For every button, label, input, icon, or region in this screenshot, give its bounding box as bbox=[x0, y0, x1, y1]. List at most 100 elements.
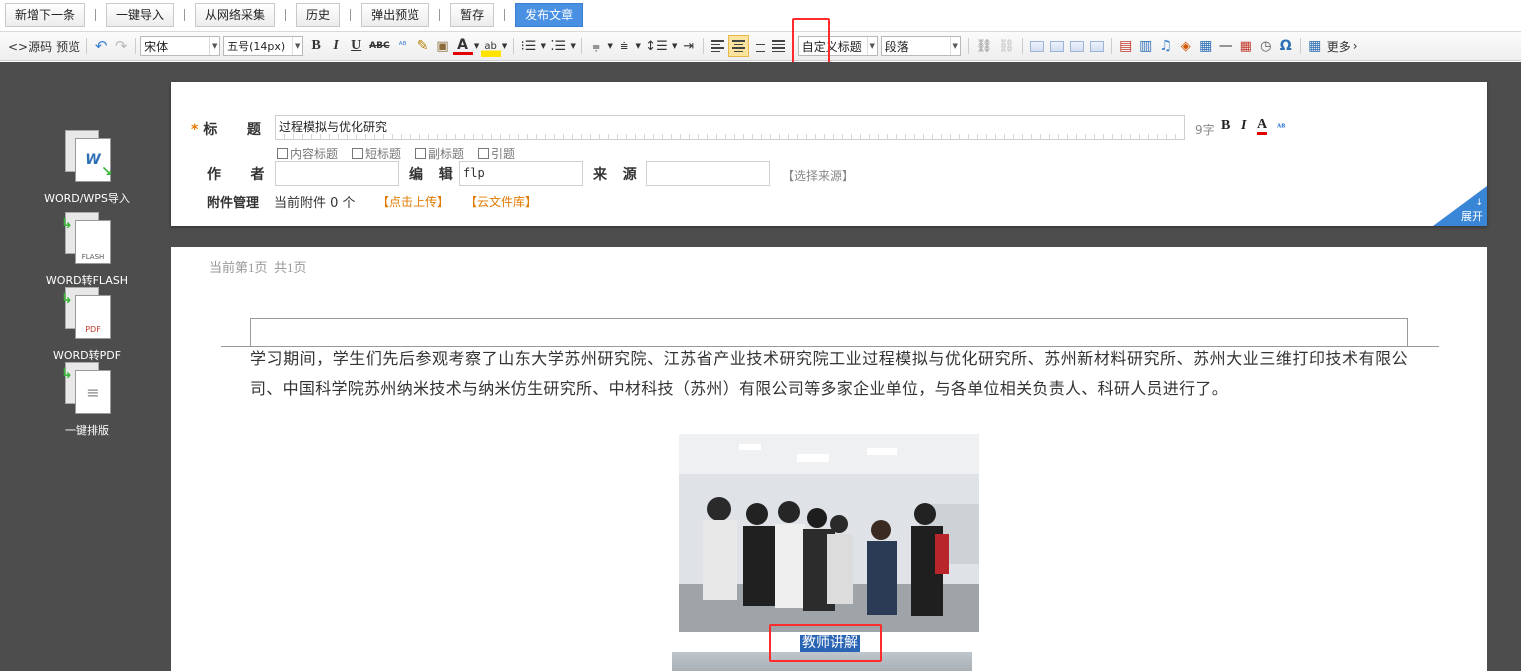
green-arrow-icon: ↘ bbox=[101, 164, 113, 180]
title-input[interactable]: 过程模拟与优化研究 bbox=[275, 115, 1185, 140]
word-count: 9字 bbox=[1195, 123, 1215, 137]
underline-icon[interactable]: U bbox=[346, 35, 366, 57]
line-height-icon[interactable]: ↕☰ bbox=[642, 35, 671, 57]
unordered-list-icon[interactable]: ⁚☰ bbox=[547, 35, 569, 57]
font-family-select[interactable]: 宋体 ▼ bbox=[140, 36, 221, 56]
title-bold-icon[interactable]: B bbox=[1221, 118, 1230, 134]
chevron-down-icon[interactable]: ▼ bbox=[473, 35, 481, 57]
indent-icon[interactable]: ⇥ bbox=[679, 35, 699, 57]
title-color-icon[interactable]: A bbox=[1257, 118, 1268, 135]
format-painter-icon[interactable]: ✎ bbox=[413, 35, 433, 57]
font-color-icon[interactable]: A bbox=[452, 37, 473, 55]
preview-button[interactable]: 预览 bbox=[54, 35, 82, 57]
word-wps-import-tool[interactable]: W ↘ WORD/WPS导入 bbox=[37, 130, 137, 206]
map-icon[interactable]: ◈ bbox=[1176, 35, 1196, 57]
chevron-down-icon: ▼ bbox=[866, 37, 877, 55]
checkbox-short-title[interactable]: 短标题 bbox=[352, 145, 401, 162]
checkbox-label: 副标题 bbox=[428, 147, 465, 161]
chevron-down-icon[interactable]: ▼ bbox=[569, 35, 577, 57]
more-label: 更多 bbox=[1326, 39, 1351, 54]
align-right-icon[interactable] bbox=[749, 35, 769, 57]
author-input[interactable] bbox=[275, 161, 399, 186]
word-to-flash-tool[interactable]: ↳ FLASH WORD转FLASH bbox=[37, 212, 137, 288]
float-left-icon[interactable] bbox=[1027, 35, 1047, 57]
italic-icon[interactable]: I bbox=[326, 35, 346, 57]
save-draft-button[interactable]: 暂存 bbox=[450, 3, 495, 27]
more-button[interactable]: 更多 › bbox=[1325, 35, 1360, 57]
one-click-layout-tool[interactable]: ↳ ≡ 一键排版 bbox=[37, 362, 137, 438]
history-button[interactable]: 历史 bbox=[296, 3, 341, 27]
music-icon[interactable]: ♫ bbox=[1156, 35, 1176, 57]
editor-input[interactable]: flp bbox=[459, 161, 583, 186]
redo-icon[interactable]: ↷ bbox=[111, 35, 131, 57]
font-size-select[interactable]: 五号(14px) ▼ bbox=[223, 36, 304, 56]
checkbox-lead-title[interactable]: 引题 bbox=[478, 145, 515, 162]
separator bbox=[350, 9, 352, 21]
article-meta-panel: * 标 题 过程模拟与优化研究 9字 B I A ᴬᴮ 内容标题 短标题 副标题 … bbox=[171, 82, 1487, 226]
upload-link[interactable]: 【点击上传】 bbox=[377, 193, 449, 210]
publish-button[interactable]: 发布文章 bbox=[515, 3, 584, 27]
expand-button[interactable]: ↓ 展开 bbox=[1433, 186, 1487, 226]
checkbox-content-title[interactable]: 内容标题 bbox=[277, 145, 338, 162]
align-left-icon[interactable] bbox=[708, 35, 728, 57]
cloud-library-link[interactable]: 【云文件库】 bbox=[465, 193, 537, 210]
link-icon[interactable]: ⛓ bbox=[973, 35, 996, 57]
one-click-import-button[interactable]: 一键导入 bbox=[106, 3, 175, 27]
document-body-text[interactable]: 学习期间，学生们先后参观考察了山东大学苏州研究院、江苏省产业技术研究院工业过程模… bbox=[250, 344, 1408, 404]
chevron-down-icon[interactable]: ▼ bbox=[671, 35, 679, 57]
chevron-down-icon: ▼ bbox=[209, 37, 219, 55]
special-char-icon[interactable]: Ω bbox=[1276, 35, 1296, 57]
font-size-value: 五号(14px) bbox=[227, 40, 286, 53]
document-photo[interactable] bbox=[679, 434, 979, 632]
align-justify-icon[interactable] bbox=[769, 35, 789, 57]
document-page: 当前第1页 共1页 学习期间，学生们先后参观考察了山东大学苏州研究院、江苏省产业… bbox=[171, 247, 1487, 671]
choose-source-link[interactable]: 【选择来源】 bbox=[782, 167, 854, 184]
checkbox-subtitle[interactable]: 副标题 bbox=[415, 145, 464, 162]
separator bbox=[184, 9, 186, 21]
paragraph-spacing-bottom-icon[interactable]: ⩧ bbox=[614, 35, 634, 57]
bold-icon[interactable]: B bbox=[306, 35, 326, 57]
float-center-icon[interactable] bbox=[1087, 35, 1107, 57]
source-input[interactable] bbox=[646, 161, 770, 186]
image-icon[interactable]: ▤ bbox=[1116, 35, 1136, 57]
word-to-pdf-tool[interactable]: ↳ PDF WORD转PDF bbox=[37, 287, 137, 363]
title-label: * 标 题 bbox=[191, 119, 263, 139]
template-icon[interactable]: ▦ bbox=[1196, 35, 1216, 57]
table-icon[interactable]: ▦ bbox=[1305, 35, 1325, 57]
add-next-button[interactable]: 新增下一条 bbox=[5, 3, 86, 27]
checkbox-box bbox=[415, 148, 427, 159]
spellcheck-icon[interactable]: ᴬᴮ bbox=[393, 35, 413, 57]
chevron-down-icon[interactable]: ▼ bbox=[606, 35, 614, 57]
source-button[interactable]: <>源码 bbox=[6, 35, 54, 57]
highlight-color-icon[interactable]: ab bbox=[480, 35, 501, 57]
title-italic-icon[interactable]: I bbox=[1241, 118, 1246, 134]
calendar-icon[interactable]: ▦ bbox=[1236, 35, 1256, 57]
chevron-down-icon[interactable]: ▼ bbox=[634, 35, 642, 57]
page-info: 当前第1页 共1页 bbox=[209, 260, 307, 275]
align-center-icon[interactable] bbox=[727, 35, 749, 57]
paragraph-spacing-top-icon[interactable]: ⩦ bbox=[586, 35, 606, 57]
separator bbox=[285, 9, 287, 21]
title-type-checkboxes: 内容标题 短标题 副标题 引题 bbox=[277, 145, 515, 162]
unlink-icon[interactable]: ⛓ bbox=[995, 35, 1018, 57]
float-right-icon[interactable] bbox=[1067, 35, 1087, 57]
strikethrough-icon[interactable]: ABC bbox=[366, 35, 392, 57]
horizontal-rule-icon[interactable]: — bbox=[1216, 35, 1236, 57]
paste-icon[interactable]: ▣ bbox=[433, 35, 453, 57]
clock-icon[interactable]: ◷ bbox=[1256, 35, 1276, 57]
undo-icon[interactable]: ↶ bbox=[91, 35, 111, 57]
popup-preview-button[interactable]: 弹出预览 bbox=[361, 3, 430, 27]
title-label-text: 标 题 bbox=[203, 122, 263, 138]
font-family-value: 宋体 bbox=[144, 39, 169, 54]
float-none-icon[interactable] bbox=[1047, 35, 1067, 57]
video-icon[interactable]: ▥ bbox=[1136, 35, 1156, 57]
title-clear-format-icon[interactable]: ᴬᴮ bbox=[1277, 122, 1285, 133]
arrow-down-icon: ↓ bbox=[1475, 198, 1483, 208]
separator bbox=[504, 9, 506, 21]
chevron-down-icon[interactable]: ▼ bbox=[501, 35, 509, 57]
chevron-down-icon[interactable]: ▼ bbox=[539, 35, 547, 57]
web-collect-button[interactable]: 从网络采集 bbox=[195, 3, 276, 27]
paragraph-select[interactable]: 段落 ▼ bbox=[880, 36, 961, 56]
editor-label: 编 辑 bbox=[409, 167, 455, 183]
ordered-list-icon[interactable]: ⁝☰ bbox=[518, 35, 540, 57]
